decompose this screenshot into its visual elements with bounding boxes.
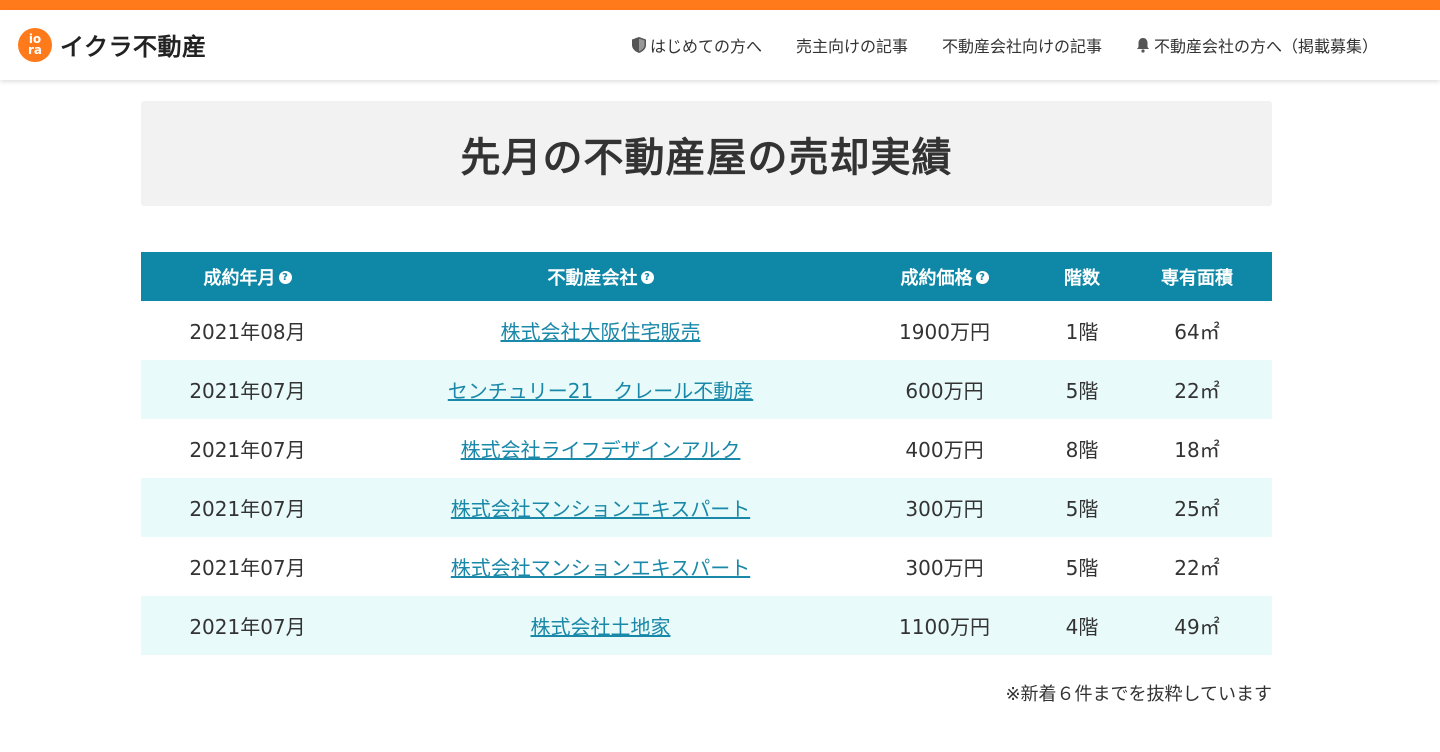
cell-company: 株式会社大阪住宅販売 xyxy=(354,301,847,360)
bell-icon xyxy=(1136,37,1150,53)
table-row: 2021年07月 株式会社土地家 1100万円 4階 49㎡ xyxy=(141,596,1272,655)
cell-area: 49㎡ xyxy=(1174,615,1220,639)
page-title-box: 先月の不動産屋の売却実績 xyxy=(141,101,1272,206)
main-nav: はじめての方へ 売主向けの記事 不動産会社向けの記事 不動産会社の方へ（掲載募集… xyxy=(631,10,1378,80)
help-icon[interactable]: ? xyxy=(640,270,654,284)
cell-price: 300万円 xyxy=(905,556,984,580)
nav-label: 売主向けの記事 xyxy=(795,37,908,56)
cell-company: センチュリー21 クレール不動産 xyxy=(354,360,847,419)
table-row: 2021年08月 株式会社大阪住宅販売 1900万円 1階 64㎡ xyxy=(141,301,1272,360)
cell-date: 2021年07月 xyxy=(189,438,306,462)
top-accent-stripe xyxy=(0,0,1440,10)
cell-date: 2021年08月 xyxy=(189,320,306,344)
site-logo[interactable]: io ra イクラ不動産 xyxy=(18,27,207,62)
column-label: 成約年月 xyxy=(203,267,276,289)
logo-text: イクラ不動産 xyxy=(60,33,207,61)
nav-item-beginners[interactable]: はじめての方へ xyxy=(631,33,762,57)
cell-area: 22㎡ xyxy=(1174,556,1220,580)
company-link[interactable]: 株式会社マンションエキスパート xyxy=(451,556,750,580)
table-row: 2021年07月 株式会社マンションエキスパート 300万円 5階 25㎡ xyxy=(141,478,1272,537)
cell-date: 2021年07月 xyxy=(189,379,306,403)
cell-company: 株式会社ライフデザインアルク xyxy=(354,419,847,478)
nav-label: 不動産会社向けの記事 xyxy=(941,37,1102,56)
cell-floor: 8階 xyxy=(1065,438,1099,462)
company-link[interactable]: 株式会社ライフデザインアルク xyxy=(461,438,741,462)
table-row: 2021年07月 センチュリー21 クレール不動産 600万円 5階 22㎡ xyxy=(141,360,1272,419)
logo-mark-bottom: ra xyxy=(27,42,42,57)
table-row: 2021年07月 株式会社マンションエキスパート 300万円 5階 22㎡ xyxy=(141,537,1272,596)
column-label: 専有面積 xyxy=(1161,267,1233,289)
help-icon[interactable]: ? xyxy=(278,270,292,284)
page-title: 先月の不動産屋の売却実績 xyxy=(460,134,953,181)
company-link[interactable]: 株式会社土地家 xyxy=(531,615,671,639)
cell-area: 64㎡ xyxy=(1174,320,1220,344)
nav-item-agencies-articles[interactable]: 不動産会社向けの記事 xyxy=(942,33,1102,57)
cell-price: 1900万円 xyxy=(899,320,990,344)
column-header-floor: 階数 xyxy=(1042,252,1122,301)
cell-company: 株式会社マンションエキスパート xyxy=(354,537,847,596)
shield-icon xyxy=(631,37,646,53)
column-header-price: 成約価格? xyxy=(847,252,1042,301)
company-link[interactable]: 株式会社マンションエキスパート xyxy=(451,497,750,521)
cell-floor: 5階 xyxy=(1065,556,1099,580)
nav-item-agencies-listing[interactable]: 不動産会社の方へ（掲載募集） xyxy=(1136,33,1378,57)
table-header-row: 成約年月? 不動産会社? 成約価格? 階数 専有面積 xyxy=(141,252,1272,301)
nav-item-sellers[interactable]: 売主向けの記事 xyxy=(796,33,908,57)
logo-mark-icon: io ra xyxy=(18,27,52,62)
cell-floor: 5階 xyxy=(1065,379,1099,403)
cell-price: 300万円 xyxy=(905,497,984,521)
cell-company: 株式会社マンションエキスパート xyxy=(354,478,847,537)
company-link[interactable]: センチュリー21 クレール不動産 xyxy=(448,379,753,403)
cell-area: 22㎡ xyxy=(1174,379,1220,403)
site-header: io ra イクラ不動産 はじめての方へ 売主向けの記事 不動産会社向けの記事 … xyxy=(0,10,1440,80)
column-header-area: 専有面積 xyxy=(1122,252,1272,301)
cell-area: 18㎡ xyxy=(1174,438,1220,462)
cell-floor: 1階 xyxy=(1065,320,1099,344)
cell-date: 2021年07月 xyxy=(189,497,306,521)
cell-date: 2021年07月 xyxy=(189,556,306,580)
company-link[interactable]: 株式会社大阪住宅販売 xyxy=(501,320,701,344)
cell-floor: 5階 xyxy=(1065,497,1099,521)
footnote: ※新着６件までを抜粋しています xyxy=(1005,684,1272,705)
nav-label: 不動産会社の方へ（掲載募集） xyxy=(1153,37,1378,56)
column-header-company: 不動産会社? xyxy=(354,252,847,301)
cell-price: 600万円 xyxy=(905,379,984,403)
column-header-date: 成約年月? xyxy=(141,252,354,301)
column-label: 不動産会社 xyxy=(547,267,638,289)
cell-date: 2021年07月 xyxy=(189,615,306,639)
table-row: 2021年07月 株式会社ライフデザインアルク 400万円 8階 18㎡ xyxy=(141,419,1272,478)
cell-price: 400万円 xyxy=(905,438,984,462)
sales-results-table: 成約年月? 不動産会社? 成約価格? 階数 専有面積 2021年08月 株式会社… xyxy=(141,252,1272,655)
column-label: 成約価格 xyxy=(900,267,973,289)
help-icon[interactable]: ? xyxy=(975,270,989,284)
cell-company: 株式会社土地家 xyxy=(354,596,847,655)
cell-area: 25㎡ xyxy=(1174,497,1220,521)
cell-price: 1100万円 xyxy=(899,615,990,639)
nav-label: はじめての方へ xyxy=(649,37,762,56)
cell-floor: 4階 xyxy=(1065,615,1099,639)
column-label: 階数 xyxy=(1064,267,1100,289)
